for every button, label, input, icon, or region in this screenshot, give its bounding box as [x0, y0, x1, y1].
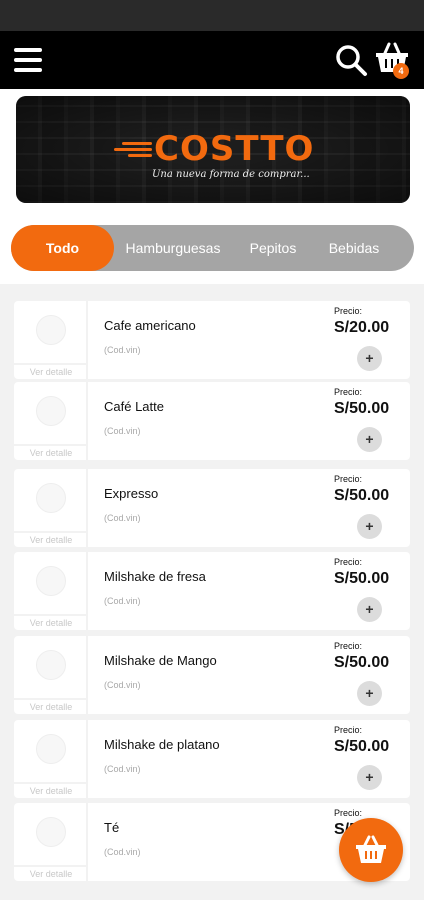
product-code: (Cod.vin): [104, 596, 141, 606]
image-placeholder-icon: [36, 566, 66, 596]
main-content: COSTTO Una nueva forma de comprar... Tod…: [0, 89, 424, 900]
product-name: Té: [104, 820, 120, 835]
product-price: S/50.00: [334, 738, 390, 755]
add-to-cart-button[interactable]: +: [357, 346, 382, 371]
status-bar: [0, 0, 424, 31]
product-card: Ver detalle Milshake de fresa (Cod.vin) …: [14, 552, 410, 630]
tab-todo[interactable]: Todo: [11, 225, 114, 271]
product-name: Café Latte: [104, 399, 164, 414]
product-card: Ver detalle Milshake de Mango (Cod.vin) …: [14, 636, 410, 714]
add-to-cart-button[interactable]: +: [357, 765, 382, 790]
product-price: S/20.00: [334, 319, 390, 336]
brand-tagline: Una nueva forma de comprar...: [152, 169, 310, 180]
brand-name: COSTTO: [154, 129, 315, 169]
speed-lines-icon: [114, 142, 152, 158]
price-label: Precio:: [334, 808, 363, 818]
product-price: S/50.00: [334, 570, 390, 587]
search-button[interactable]: [334, 43, 368, 77]
add-to-cart-button[interactable]: +: [357, 597, 382, 622]
product-price: S/50.00: [334, 400, 390, 417]
app-header: 4: [0, 31, 424, 89]
add-to-cart-button[interactable]: +: [357, 681, 382, 706]
product-name: Expresso: [104, 486, 159, 501]
product-price: S/50.00: [334, 487, 390, 504]
price-label: Precio:: [334, 641, 363, 651]
product-code: (Cod.vin): [104, 426, 141, 436]
ver-detalle-link[interactable]: Ver detalle: [14, 531, 88, 547]
image-placeholder-icon: [36, 817, 66, 847]
product-code: (Cod.vin): [104, 513, 141, 523]
product-name: Cafe americano: [104, 318, 196, 333]
price-label: Precio:: [334, 725, 363, 735]
add-to-cart-button[interactable]: +: [357, 427, 382, 452]
image-placeholder-icon: [36, 396, 66, 426]
add-to-cart-button[interactable]: +: [357, 514, 382, 539]
product-thumbnail: Ver detalle: [14, 636, 88, 714]
image-placeholder-icon: [36, 315, 66, 345]
image-placeholder-icon: [36, 483, 66, 513]
product-name: Milshake de Mango: [104, 653, 217, 668]
price-label: Precio:: [334, 557, 363, 567]
search-icon: [336, 45, 367, 76]
image-placeholder-icon: [36, 734, 66, 764]
ver-detalle-link[interactable]: Ver detalle: [14, 363, 88, 379]
tab-bebidas[interactable]: Bebidas: [317, 225, 391, 271]
product-card: Ver detalle Milshake de platano (Cod.vin…: [14, 720, 410, 798]
category-tabs: Todo Hamburguesas Pepitos Bebidas: [11, 225, 414, 271]
price-label: Precio:: [334, 474, 363, 484]
menu-button[interactable]: [14, 46, 44, 74]
product-name: Milshake de platano: [104, 737, 220, 752]
product-card: Ver detalle Café Latte (Cod.vin) Precio:…: [14, 382, 410, 460]
ver-detalle-link[interactable]: Ver detalle: [14, 698, 88, 714]
ver-detalle-link[interactable]: Ver detalle: [14, 614, 88, 630]
shopping-basket-icon: [356, 835, 386, 863]
brand-logo: COSTTO Una nueva forma de comprar...: [114, 129, 314, 189]
product-code: (Cod.vin): [104, 680, 141, 690]
tab-pepitos[interactable]: Pepitos: [239, 225, 307, 271]
hamburger-menu-icon: [14, 48, 42, 52]
brand-banner: COSTTO Una nueva forma de comprar...: [16, 96, 410, 203]
image-placeholder-icon: [36, 650, 66, 680]
product-thumbnail: Ver detalle: [14, 720, 88, 798]
cart-fab-button[interactable]: [339, 818, 403, 882]
product-name: Milshake de fresa: [104, 569, 206, 584]
product-thumbnail: Ver detalle: [14, 382, 88, 460]
product-code: (Cod.vin): [104, 345, 141, 355]
product-thumbnail: Ver detalle: [14, 552, 88, 630]
tab-hamburguesas[interactable]: Hamburguesas: [118, 225, 228, 271]
product-thumbnail: Ver detalle: [14, 803, 88, 881]
product-code: (Cod.vin): [104, 764, 141, 774]
product-code: (Cod.vin): [104, 847, 141, 857]
product-price: S/50.00: [334, 654, 390, 671]
cart-button[interactable]: 4: [374, 41, 414, 79]
product-thumbnail: Ver detalle: [14, 469, 88, 547]
price-label: Precio:: [334, 306, 363, 316]
ver-detalle-link[interactable]: Ver detalle: [14, 865, 88, 881]
price-label: Precio:: [334, 387, 363, 397]
product-card: Ver detalle Expresso (Cod.vin) Precio: S…: [14, 469, 410, 547]
product-card: Ver detalle Cafe americano (Cod.vin) Pre…: [14, 301, 410, 379]
ver-detalle-link[interactable]: Ver detalle: [14, 782, 88, 798]
ver-detalle-link[interactable]: Ver detalle: [14, 444, 88, 460]
cart-count-badge: 4: [393, 63, 409, 79]
product-thumbnail: Ver detalle: [14, 301, 88, 379]
